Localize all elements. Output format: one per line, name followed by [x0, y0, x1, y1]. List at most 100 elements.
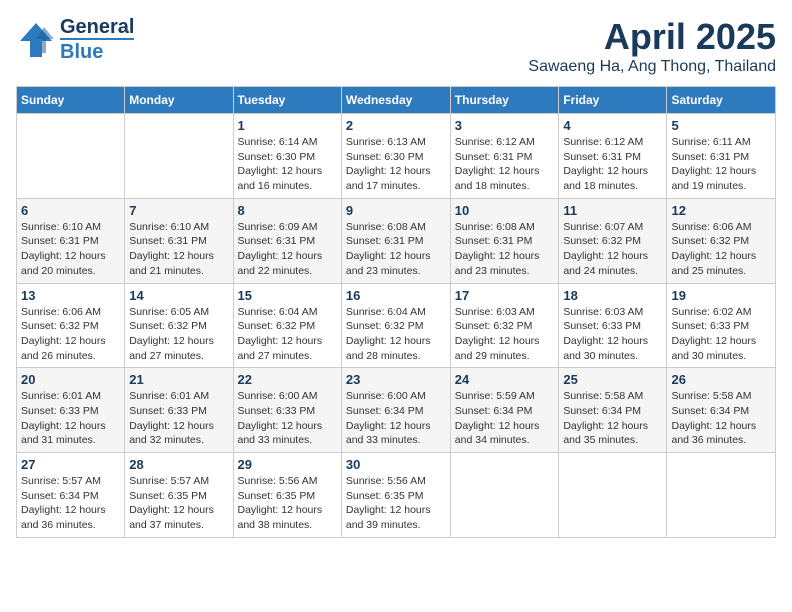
day-number: 4: [563, 118, 662, 133]
day-info: Sunrise: 6:14 AM Sunset: 6:30 PM Dayligh…: [238, 135, 337, 194]
day-header-tuesday: Tuesday: [233, 87, 341, 114]
day-number: 5: [671, 118, 771, 133]
calendar-cell: 8 Sunrise: 6:09 AM Sunset: 6:31 PM Daylig…: [233, 198, 341, 283]
day-info: Sunrise: 6:02 AM Sunset: 6:33 PM Dayligh…: [671, 305, 771, 364]
day-info: Sunrise: 6:10 AM Sunset: 6:31 PM Dayligh…: [21, 220, 120, 279]
day-info: Sunrise: 6:00 AM Sunset: 6:33 PM Dayligh…: [238, 389, 337, 448]
day-info: Sunrise: 5:57 AM Sunset: 6:34 PM Dayligh…: [21, 474, 120, 533]
day-number: 18: [563, 288, 662, 303]
day-info: Sunrise: 5:58 AM Sunset: 6:34 PM Dayligh…: [563, 389, 662, 448]
title-block: April 2025 Sawaeng Ha, Ang Thong, Thaila…: [528, 16, 776, 76]
calendar-cell: 7 Sunrise: 6:10 AM Sunset: 6:31 PM Daylig…: [125, 198, 233, 283]
calendar-cell: 15 Sunrise: 6:04 AM Sunset: 6:32 PM Dayli…: [233, 283, 341, 368]
day-info: Sunrise: 6:03 AM Sunset: 6:33 PM Dayligh…: [563, 305, 662, 364]
day-number: 13: [21, 288, 120, 303]
day-info: Sunrise: 6:01 AM Sunset: 6:33 PM Dayligh…: [21, 389, 120, 448]
day-header-friday: Friday: [559, 87, 667, 114]
calendar-cell: 6 Sunrise: 6:10 AM Sunset: 6:31 PM Daylig…: [17, 198, 125, 283]
calendar-week-row: 6 Sunrise: 6:10 AM Sunset: 6:31 PM Daylig…: [17, 198, 776, 283]
calendar-cell: 20Sunrise: 6:01 AM Sunset: 6:33 PM Dayli…: [17, 368, 125, 453]
day-header-wednesday: Wednesday: [341, 87, 450, 114]
day-number: 6: [21, 203, 120, 218]
logo-icon: [16, 21, 56, 59]
calendar-cell: 19 Sunrise: 6:02 AM Sunset: 6:33 PM Dayli…: [667, 283, 776, 368]
day-number: 21: [129, 372, 228, 387]
day-info: Sunrise: 6:07 AM Sunset: 6:32 PM Dayligh…: [563, 220, 662, 279]
day-number: 19: [671, 288, 771, 303]
day-info: Sunrise: 6:06 AM Sunset: 6:32 PM Dayligh…: [671, 220, 771, 279]
day-info: Sunrise: 6:00 AM Sunset: 6:34 PM Dayligh…: [346, 389, 446, 448]
day-info: Sunrise: 6:04 AM Sunset: 6:32 PM Dayligh…: [346, 305, 446, 364]
calendar-cell: 1 Sunrise: 6:14 AM Sunset: 6:30 PM Daylig…: [233, 114, 341, 199]
day-number: 25: [563, 372, 662, 387]
day-number: 8: [238, 203, 337, 218]
day-number: 9: [346, 203, 446, 218]
day-header-saturday: Saturday: [667, 87, 776, 114]
day-number: 15: [238, 288, 337, 303]
calendar-cell: 3Sunrise: 6:12 AM Sunset: 6:31 PM Daylig…: [450, 114, 559, 199]
logo-line2: Blue: [60, 38, 134, 63]
day-info: Sunrise: 6:05 AM Sunset: 6:32 PM Dayligh…: [129, 305, 228, 364]
calendar-cell: 27 Sunrise: 5:57 AM Sunset: 6:34 PM Dayli…: [17, 453, 125, 538]
calendar-cell: [125, 114, 233, 199]
calendar-cell: 12Sunrise: 6:06 AM Sunset: 6:32 PM Dayli…: [667, 198, 776, 283]
day-number: 14: [129, 288, 228, 303]
day-info: Sunrise: 6:03 AM Sunset: 6:32 PM Dayligh…: [455, 305, 555, 364]
day-info: Sunrise: 6:01 AM Sunset: 6:33 PM Dayligh…: [129, 389, 228, 448]
calendar-cell: [667, 453, 776, 538]
day-info: Sunrise: 5:57 AM Sunset: 6:35 PM Dayligh…: [129, 474, 228, 533]
day-info: Sunrise: 6:11 AM Sunset: 6:31 PM Dayligh…: [671, 135, 771, 194]
day-info: Sunrise: 5:59 AM Sunset: 6:34 PM Dayligh…: [455, 389, 555, 448]
day-header-monday: Monday: [125, 87, 233, 114]
calendar-week-row: 13 Sunrise: 6:06 AM Sunset: 6:32 PM Dayli…: [17, 283, 776, 368]
day-info: Sunrise: 6:10 AM Sunset: 6:31 PM Dayligh…: [129, 220, 228, 279]
calendar-header-row: SundayMondayTuesdayWednesdayThursdayFrid…: [17, 87, 776, 114]
day-header-thursday: Thursday: [450, 87, 559, 114]
day-info: Sunrise: 5:58 AM Sunset: 6:34 PM Dayligh…: [671, 389, 771, 448]
month-title: April 2025: [528, 16, 776, 58]
calendar-table: SundayMondayTuesdayWednesdayThursdayFrid…: [16, 86, 776, 538]
day-info: Sunrise: 6:08 AM Sunset: 6:31 PM Dayligh…: [346, 220, 446, 279]
day-header-sunday: Sunday: [17, 87, 125, 114]
day-number: 3: [455, 118, 555, 133]
calendar-cell: 2Sunrise: 6:13 AM Sunset: 6:30 PM Daylig…: [341, 114, 450, 199]
calendar-cell: [17, 114, 125, 199]
calendar-cell: 22Sunrise: 6:00 AM Sunset: 6:33 PM Dayli…: [233, 368, 341, 453]
day-number: 27: [21, 457, 120, 472]
calendar-cell: 5 Sunrise: 6:11 AM Sunset: 6:31 PM Daylig…: [667, 114, 776, 199]
day-number: 11: [563, 203, 662, 218]
calendar-cell: 9 Sunrise: 6:08 AM Sunset: 6:31 PM Daylig…: [341, 198, 450, 283]
calendar-cell: 25 Sunrise: 5:58 AM Sunset: 6:34 PM Dayli…: [559, 368, 667, 453]
logo: General Blue: [16, 16, 134, 63]
calendar-cell: 26Sunrise: 5:58 AM Sunset: 6:34 PM Dayli…: [667, 368, 776, 453]
day-number: 10: [455, 203, 555, 218]
calendar-cell: [450, 453, 559, 538]
calendar-cell: [559, 453, 667, 538]
day-number: 29: [238, 457, 337, 472]
calendar-cell: 28 Sunrise: 5:57 AM Sunset: 6:35 PM Dayli…: [125, 453, 233, 538]
calendar-cell: 11 Sunrise: 6:07 AM Sunset: 6:32 PM Dayli…: [559, 198, 667, 283]
calendar-cell: 16Sunrise: 6:04 AM Sunset: 6:32 PM Dayli…: [341, 283, 450, 368]
day-info: Sunrise: 6:09 AM Sunset: 6:31 PM Dayligh…: [238, 220, 337, 279]
day-info: Sunrise: 6:04 AM Sunset: 6:32 PM Dayligh…: [238, 305, 337, 364]
calendar-cell: 24Sunrise: 5:59 AM Sunset: 6:34 PM Dayli…: [450, 368, 559, 453]
calendar-cell: 13 Sunrise: 6:06 AM Sunset: 6:32 PM Dayli…: [17, 283, 125, 368]
calendar-cell: 23Sunrise: 6:00 AM Sunset: 6:34 PM Dayli…: [341, 368, 450, 453]
day-info: Sunrise: 6:06 AM Sunset: 6:32 PM Dayligh…: [21, 305, 120, 364]
day-info: Sunrise: 6:12 AM Sunset: 6:31 PM Dayligh…: [563, 135, 662, 194]
day-number: 7: [129, 203, 228, 218]
calendar-cell: 4 Sunrise: 6:12 AM Sunset: 6:31 PM Daylig…: [559, 114, 667, 199]
logo-line1: General: [60, 16, 134, 38]
calendar-cell: 30Sunrise: 5:56 AM Sunset: 6:35 PM Dayli…: [341, 453, 450, 538]
day-number: 1: [238, 118, 337, 133]
day-number: 28: [129, 457, 228, 472]
day-info: Sunrise: 5:56 AM Sunset: 6:35 PM Dayligh…: [238, 474, 337, 533]
calendar-cell: 18 Sunrise: 6:03 AM Sunset: 6:33 PM Dayli…: [559, 283, 667, 368]
day-number: 17: [455, 288, 555, 303]
day-number: 2: [346, 118, 446, 133]
day-info: Sunrise: 6:08 AM Sunset: 6:31 PM Dayligh…: [455, 220, 555, 279]
calendar-week-row: 20Sunrise: 6:01 AM Sunset: 6:33 PM Dayli…: [17, 368, 776, 453]
day-info: Sunrise: 5:56 AM Sunset: 6:35 PM Dayligh…: [346, 474, 446, 533]
calendar-week-row: 27 Sunrise: 5:57 AM Sunset: 6:34 PM Dayli…: [17, 453, 776, 538]
calendar-week-row: 1 Sunrise: 6:14 AM Sunset: 6:30 PM Daylig…: [17, 114, 776, 199]
